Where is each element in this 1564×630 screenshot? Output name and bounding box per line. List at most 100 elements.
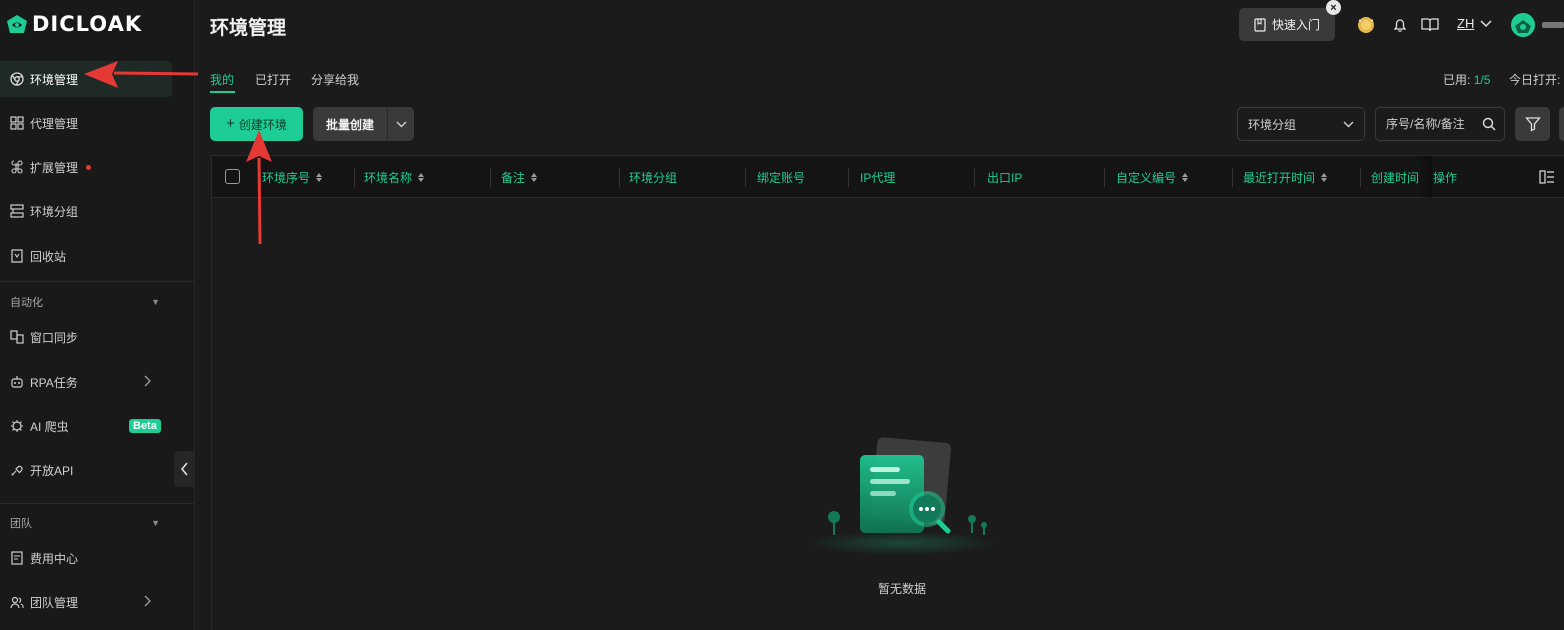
column-divider xyxy=(619,168,620,187)
tab-mine[interactable]: 我的 xyxy=(210,71,234,88)
column-label: 环境序号 xyxy=(262,171,311,185)
usage-label: 已用: xyxy=(1443,73,1471,87)
sidebar-item-proxies[interactable]: 代理管理 xyxy=(0,105,172,141)
column-label: 环境名称 xyxy=(364,171,413,185)
search-box[interactable] xyxy=(1375,107,1505,141)
column-header-bound-account: 绑定账号 xyxy=(757,156,805,199)
column-header-custom-id[interactable]: 自定义编号 xyxy=(1116,156,1189,199)
sidebar-item-open-api[interactable]: 开放API xyxy=(0,452,172,488)
team-icon xyxy=(10,595,24,609)
column-header-remark[interactable]: 备注 xyxy=(501,156,538,199)
logo-text: DICLOAK xyxy=(32,12,143,36)
sidebar-item-label: AI 爬虫 xyxy=(30,419,69,434)
quick-start-label: 快速入门 xyxy=(1271,18,1320,32)
group-filter-value: 环境分组 xyxy=(1248,117,1297,132)
column-header-env-id[interactable]: 环境序号 xyxy=(262,156,323,199)
batch-create-label: 批量创建 xyxy=(325,117,374,132)
chevron-left-icon xyxy=(180,462,188,476)
column-header-created-time[interactable]: 创建时间 xyxy=(1371,156,1419,199)
coin-icon[interactable] xyxy=(1357,16,1375,34)
extension-icon xyxy=(10,160,24,174)
section-team-header[interactable]: 团队 ▼ xyxy=(10,515,160,531)
bug-icon xyxy=(10,419,24,433)
section-title: 自动化 xyxy=(10,297,43,309)
sidebar-item-label: 环境管理 xyxy=(30,72,79,87)
sidebar-item-extensions[interactable]: 扩展管理 xyxy=(0,149,172,185)
sidebar-item-team[interactable]: 团队管理 xyxy=(0,584,172,620)
book-icon xyxy=(1254,17,1266,32)
column-header-last-opened[interactable]: 最近打开时间 xyxy=(1243,156,1328,199)
tab-shared-with-me[interactable]: 分享给我 xyxy=(311,71,359,88)
create-environment-button[interactable]: + 创建环境 xyxy=(210,107,303,141)
column-header-actions: 操作 xyxy=(1433,156,1457,199)
close-icon[interactable]: × xyxy=(1326,0,1341,15)
proxy-icon xyxy=(10,116,24,130)
language-label: ZH xyxy=(1457,16,1475,31)
sidebar-item-label: 团队管理 xyxy=(30,595,79,610)
quick-start-button[interactable]: 快速入门 xyxy=(1239,8,1335,41)
divider xyxy=(0,281,194,282)
table-header: 环境序号 环境名称 备注 环境分组 绑定账号 IP代理 出口IP 自定义编号 最… xyxy=(212,155,1564,199)
chrome-icon xyxy=(10,72,24,86)
sidebar-item-environments[interactable]: 环境管理 xyxy=(0,61,172,97)
open-book-icon[interactable] xyxy=(1421,16,1439,34)
column-label: IP代理 xyxy=(860,171,896,185)
tab-opened[interactable]: 已打开 xyxy=(255,71,291,88)
beta-badge: Beta xyxy=(129,419,161,433)
column-divider xyxy=(490,168,491,187)
create-environment-label: 创建环境 xyxy=(238,117,287,132)
column-settings-icon[interactable] xyxy=(1539,169,1555,188)
sidebar-collapse-button[interactable] xyxy=(174,451,195,487)
section-automation-header[interactable]: 自动化 ▼ xyxy=(10,294,160,310)
search-icon[interactable] xyxy=(1482,117,1496,131)
sidebar: DICLOAK 环境管理 代理管理 扩展管理 环境分组 回收站 自动化 ▼ 窗口… xyxy=(0,0,195,630)
column-divider xyxy=(745,168,746,187)
column-label: 自定义编号 xyxy=(1116,171,1177,185)
chevron-right-icon xyxy=(143,375,151,390)
usage-value: 1/5 xyxy=(1473,73,1491,87)
column-header-env-name[interactable]: 环境名称 xyxy=(364,156,425,199)
bell-icon[interactable] xyxy=(1391,16,1409,34)
today-open-label: 今日打开: xyxy=(1509,73,1561,87)
sidebar-item-groups[interactable]: 环境分组 xyxy=(0,193,172,229)
empty-state: 暂无数据 xyxy=(802,435,1002,596)
sidebar-item-rpa[interactable]: RPA任务 xyxy=(0,364,172,400)
page-title: 环境管理 xyxy=(210,18,287,39)
today-open-indicator: 今日打开: xyxy=(1509,71,1560,88)
trash-icon xyxy=(10,249,24,263)
sort-icon[interactable] xyxy=(531,173,538,182)
empty-data-illustration xyxy=(807,437,997,555)
column-label: 环境分组 xyxy=(629,171,678,185)
column-label: 最近打开时间 xyxy=(1243,171,1316,185)
column-label: 操作 xyxy=(1433,171,1458,185)
sidebar-item-label: 代理管理 xyxy=(30,116,79,131)
avatar[interactable] xyxy=(1511,13,1535,37)
sort-icon[interactable] xyxy=(1182,173,1189,182)
fixed-column-shadow xyxy=(1420,156,1432,199)
sidebar-item-ai-crawler[interactable]: AI 爬虫 Beta xyxy=(0,408,172,444)
api-icon xyxy=(10,463,24,477)
column-divider xyxy=(1360,168,1361,187)
sidebar-item-billing[interactable]: 费用中心 xyxy=(0,540,172,576)
more-toolbar-button[interactable] xyxy=(1559,107,1564,141)
column-divider xyxy=(1104,168,1105,187)
sidebar-item-label: RPA任务 xyxy=(30,375,78,390)
column-header-exit-ip: 出口IP xyxy=(987,156,1022,199)
filter-button[interactable] xyxy=(1515,107,1550,141)
sort-icon[interactable] xyxy=(418,173,425,182)
select-all-checkbox[interactable] xyxy=(225,169,240,184)
group-icon xyxy=(10,204,24,218)
sidebar-item-label: 开放API xyxy=(30,463,74,478)
sidebar-item-window-sync[interactable]: 窗口同步 xyxy=(0,319,172,355)
sidebar-item-label: 费用中心 xyxy=(30,551,79,566)
batch-create-button[interactable]: 批量创建 xyxy=(313,107,414,141)
active-tab-indicator xyxy=(210,91,235,93)
logo[interactable]: DICLOAK xyxy=(6,12,142,36)
search-input[interactable] xyxy=(1386,117,1482,131)
sidebar-item-trash[interactable]: 回收站 xyxy=(0,238,172,274)
sort-icon[interactable] xyxy=(316,173,323,182)
group-filter-select[interactable]: 环境分组 xyxy=(1237,107,1365,141)
sort-icon[interactable] xyxy=(1321,173,1328,182)
language-selector[interactable]: ZH xyxy=(1457,16,1492,31)
batch-create-dropdown[interactable] xyxy=(388,121,414,128)
